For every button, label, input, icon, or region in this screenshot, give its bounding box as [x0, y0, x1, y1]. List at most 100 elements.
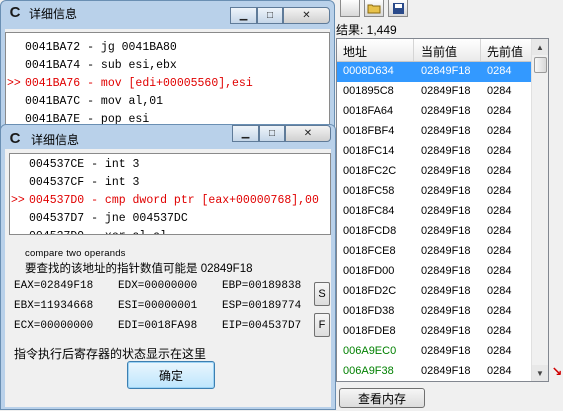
previous-value-cell: 0284 — [487, 145, 512, 157]
register-value: EAX=02849F18 — [14, 280, 94, 292]
close-icon[interactable]: ✕ — [283, 7, 330, 24]
previous-value-cell: 0284 — [487, 85, 512, 97]
table-row[interactable]: 006A9EC0 02849F18 0284 — [337, 342, 534, 362]
current-value-cell: 02849F18 — [421, 205, 471, 217]
previous-value-cell: 0284 — [487, 305, 512, 317]
results-header: 地址 当前值 先前值 — [337, 39, 534, 62]
results-list[interactable]: 地址 当前值 先前值 0008D634 02849F18 0284 001895C8 0… — [336, 38, 549, 382]
table-row[interactable]: 0018FC58 02849F18 0284 — [337, 182, 534, 202]
open-folder-button[interactable] — [364, 0, 384, 17]
s-button[interactable]: S — [314, 282, 330, 306]
current-value-cell: 02849F18 — [421, 145, 471, 157]
address-cell: 0018FC14 — [343, 145, 395, 157]
address-cell: 0018FA64 — [343, 105, 394, 117]
column-address[interactable]: 地址 — [343, 43, 367, 60]
current-instruction-marker: >> — [11, 194, 25, 207]
column-previous[interactable]: 先前值 — [487, 43, 523, 60]
table-row[interactable]: 0018FC2C 02849F18 0284 — [337, 162, 534, 182]
previous-value-cell: 0284 — [487, 65, 512, 77]
table-row[interactable]: 0018FC84 02849F18 0284 — [337, 202, 534, 222]
address-cell: 0018FD00 — [343, 265, 395, 277]
pointer-hint: 要查找的该地址的指针数值可能是 02849F18 — [25, 263, 253, 275]
scroll-thumb[interactable] — [534, 57, 547, 73]
address-cell: 0018FD2C — [343, 285, 397, 297]
disassembly-line[interactable]: 0041BA74 - sub esi,ebx — [25, 59, 177, 72]
column-current[interactable]: 当前值 — [421, 43, 457, 60]
status-text: 指令执行后寄存器的状态显示在这里 — [14, 347, 207, 361]
minimize-icon[interactable]: ▁ — [232, 125, 259, 142]
scroll-up-icon[interactable]: ▲ — [532, 39, 548, 55]
register-value: ESI=00000001 — [118, 300, 198, 312]
table-row[interactable]: 0018FA64 02849F18 0284 — [337, 102, 534, 122]
table-row[interactable]: 0018FD00 02849F18 0284 — [337, 262, 534, 282]
current-value-cell: 02849F18 — [421, 125, 471, 137]
current-value-cell: 02849F18 — [421, 265, 471, 277]
instruction-note: compare two operands — [25, 248, 126, 259]
table-row[interactable]: 0018FBF4 02849F18 0284 — [337, 122, 534, 142]
current-value-cell: 02849F18 — [421, 285, 471, 297]
disassembly-line[interactable]: 004537CE - int 3 — [29, 158, 139, 171]
maximize-icon[interactable]: □ — [257, 7, 283, 24]
previous-value-cell: 0284 — [487, 205, 512, 217]
address-cell: 0018FC2C — [343, 165, 397, 177]
maximize-icon[interactable]: □ — [259, 125, 285, 142]
save-button[interactable] — [388, 0, 408, 17]
table-row[interactable]: 0018FC14 02849F18 0284 — [337, 142, 534, 162]
close-icon[interactable]: ✕ — [285, 125, 331, 142]
disassembly-line[interactable]: 0041BA7C - mov al,01 — [25, 95, 163, 108]
register-value: EIP=004537D7 — [222, 320, 302, 332]
address-cell: 0018FDE8 — [343, 325, 396, 337]
current-value-cell: 02849F18 — [421, 225, 471, 237]
disassembly-line[interactable]: 004537D7 - jne 004537DC — [29, 212, 188, 225]
previous-value-cell: 0284 — [487, 325, 512, 337]
current-value-cell: 02849F18 — [421, 185, 471, 197]
table-row[interactable]: 0018FDE8 02849F18 0284 — [337, 322, 534, 342]
previous-value-cell: 0284 — [487, 345, 512, 357]
ok-button[interactable]: 确定 — [127, 361, 215, 389]
table-row[interactable]: 0008D634 02849F18 0284 — [337, 62, 534, 82]
f-button[interactable]: F — [314, 313, 330, 337]
register-value: EDX=00000000 — [118, 280, 198, 292]
register-value: EBX=11934668 — [14, 300, 94, 312]
table-row[interactable]: 001895C8 02849F18 0284 — [337, 82, 534, 102]
view-memory-button[interactable]: 查看内存 — [339, 388, 425, 408]
register-value: EBP=00189838 — [222, 280, 302, 292]
address-cell: 0018FC58 — [343, 185, 395, 197]
disassembly-line[interactable]: 0041BA72 - jg 0041BA80 — [25, 41, 177, 54]
address-cell: 001895C8 — [343, 85, 394, 97]
result-count: 结果: 1,449 — [336, 23, 397, 37]
red-arrow-icon[interactable]: ↘ — [551, 362, 563, 382]
disassembly-line[interactable]: 0041BA76 - mov [edi+00005560],esi — [25, 77, 253, 90]
table-row[interactable]: 006A9F38 02849F18 0284 — [337, 362, 534, 381]
floppy-disk-icon — [392, 2, 404, 14]
results-scrollbar[interactable]: ▲ ▼ — [531, 39, 548, 381]
cheat-engine-icon: C — [9, 4, 21, 21]
address-cell: 0018FC84 — [343, 205, 395, 217]
address-cell: 006A9F38 — [343, 365, 394, 377]
address-cell: 0018FD38 — [343, 305, 395, 317]
folder-icon — [367, 4, 381, 14]
previous-value-cell: 0284 — [487, 125, 512, 137]
table-row[interactable]: 0018FD2C 02849F18 0284 — [337, 282, 534, 302]
disassembly-line[interactable]: 004537CF - int 3 — [29, 176, 139, 189]
current-value-cell: 02849F18 — [421, 325, 471, 337]
table-row[interactable]: 0018FD38 02849F18 0284 — [337, 302, 534, 322]
scroll-down-icon[interactable]: ▼ — [532, 365, 548, 381]
back-disassembly-panel: 0041BA72 - jg 0041BA80 0041BA74 - sub esi… — [5, 32, 330, 132]
disassembly-line[interactable]: 004537D9 - xor al,al — [29, 230, 167, 234]
previous-value-cell: 0284 — [487, 245, 512, 257]
minimize-icon[interactable]: ▁ — [230, 7, 257, 24]
table-row[interactable]: 0018FCD8 02849F18 0284 — [337, 222, 534, 242]
disassembly-line[interactable]: 004537D0 - cmp dword ptr [eax+00000768],… — [29, 194, 319, 207]
previous-value-cell: 0284 — [487, 225, 512, 237]
current-instruction-marker: >> — [7, 77, 21, 90]
back-dialog-title: 详细信息 — [29, 7, 78, 21]
table-row[interactable]: 0018FCE8 02849F18 0284 — [337, 242, 534, 262]
previous-value-cell: 0284 — [487, 165, 512, 177]
back-detail-dialog: C 详细信息 ▁ □ ✕ 0041BA72 - jg 0041BA80 0041B… — [0, 0, 335, 140]
current-value-cell: 02849F18 — [421, 65, 471, 77]
toolbar-button-1[interactable] — [340, 0, 360, 17]
current-value-cell: 02849F18 — [421, 105, 471, 117]
current-value-cell: 02849F18 — [421, 85, 471, 97]
previous-value-cell: 0284 — [487, 365, 512, 377]
